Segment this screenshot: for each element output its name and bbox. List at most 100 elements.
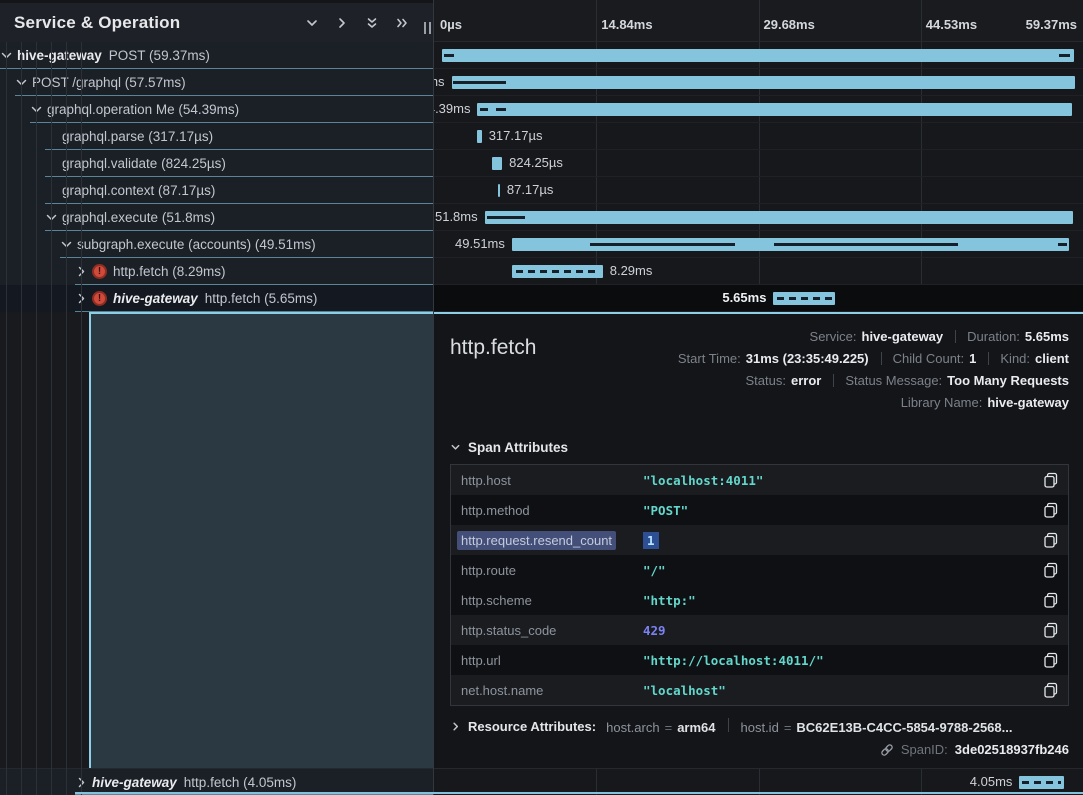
attribute-value[interactable]: "localhost" bbox=[643, 683, 1043, 698]
span-bar[interactable] bbox=[452, 76, 1075, 89]
span-label: subgraph.execute (accounts) (49.51ms) bbox=[77, 237, 316, 252]
timeline-row[interactable]: 51.8ms bbox=[434, 204, 1083, 231]
copy-icon[interactable] bbox=[1043, 652, 1059, 669]
span-bar[interactable] bbox=[1019, 776, 1063, 789]
attribute-key[interactable]: http.method bbox=[451, 503, 643, 518]
span-tree-row[interactable]: graphql.execute (51.8ms) bbox=[0, 204, 433, 231]
copy-icon[interactable] bbox=[1043, 562, 1059, 579]
timeline-row[interactable]: 8.29ms bbox=[434, 258, 1083, 285]
copy-icon[interactable] bbox=[1043, 682, 1059, 699]
timeline-row[interactable]: 87.17µs bbox=[434, 177, 1083, 204]
attribute-value[interactable]: "POST" bbox=[643, 503, 1043, 518]
attribute-key[interactable]: http.route bbox=[451, 563, 643, 578]
collapse-all-icon[interactable] bbox=[395, 16, 409, 30]
span-tree-row[interactable]: subgraph.execute (accounts) (49.51ms) bbox=[0, 231, 433, 258]
attribute-row[interactable]: net.host.name"localhost" bbox=[451, 675, 1068, 705]
attribute-value[interactable]: "http://localhost:4011/" bbox=[643, 653, 1043, 668]
attribute-key[interactable]: net.host.name bbox=[451, 683, 643, 698]
attribute-value[interactable]: 429 bbox=[643, 623, 1043, 638]
span-bar[interactable] bbox=[498, 184, 500, 197]
span-tree-row[interactable]: POST /graphql (57.57ms) bbox=[0, 69, 433, 96]
span-meta: Service:hive-gatewayDuration:5.65msStart… bbox=[678, 326, 1069, 414]
copy-icon[interactable] bbox=[1043, 472, 1059, 489]
service-name: hive-gateway bbox=[17, 48, 102, 63]
service-name: hive-gateway bbox=[92, 775, 177, 790]
meta-label: Service: bbox=[810, 329, 857, 344]
span-tree-row[interactable]: graphql.validate (824.25µs) bbox=[0, 150, 433, 177]
span-duration-label: 824.25µs bbox=[502, 150, 563, 176]
resource-attributes-row[interactable]: Resource Attributes: host.arch=arm64host… bbox=[450, 718, 1069, 735]
span-tree-row[interactable]: hive-gatewayPOST (59.37ms) bbox=[0, 42, 433, 69]
meta-label: Start Time: bbox=[678, 351, 741, 366]
attribute-row[interactable]: http.host"localhost:4011" bbox=[451, 465, 1068, 495]
attribute-key[interactable]: http.scheme bbox=[451, 593, 643, 608]
timeline-row[interactable]: 57.57ms bbox=[434, 69, 1083, 96]
span-label: graphql.context (87.17µs) bbox=[62, 183, 215, 198]
span-bar[interactable] bbox=[773, 292, 835, 305]
attribute-value[interactable]: "/" bbox=[643, 563, 1043, 578]
attribute-key[interactable]: http.url bbox=[451, 653, 643, 668]
span-bar[interactable] bbox=[492, 157, 502, 170]
timeline-row[interactable]: 317.17µs bbox=[434, 123, 1083, 150]
span-bar[interactable] bbox=[477, 103, 1071, 116]
span-tree-panel: Service & Operation hive-gatewayPOST (59… bbox=[0, 0, 433, 795]
span-duration-label: 5.65ms bbox=[722, 285, 773, 311]
selected-span-expansion-area bbox=[89, 312, 433, 768]
span-attributes-header[interactable]: Span Attributes bbox=[450, 440, 1069, 455]
expand-all-icon[interactable] bbox=[365, 16, 379, 30]
span-label: graphql.execute (51.8ms) bbox=[62, 210, 215, 225]
ruler-tick: 29.68ms bbox=[764, 17, 815, 32]
attribute-row[interactable]: http.url"http://localhost:4011/" bbox=[451, 645, 1068, 675]
span-label: graphql.parse (317.17µs) bbox=[62, 129, 213, 144]
span-tree-row[interactable]: graphql.operation Me (54.39ms) bbox=[0, 96, 433, 123]
attribute-value[interactable]: 1 bbox=[643, 533, 1043, 548]
timeline-row[interactable]: 54.39ms bbox=[434, 96, 1083, 123]
panel-divider[interactable] bbox=[433, 0, 434, 795]
expand-one-icon[interactable] bbox=[305, 16, 319, 30]
timeline-row[interactable] bbox=[434, 42, 1083, 69]
attribute-value[interactable]: "http:" bbox=[643, 593, 1043, 608]
ruler-tick: 14.84ms bbox=[601, 17, 652, 32]
attribute-value[interactable]: "localhost:4011" bbox=[643, 473, 1043, 488]
meta-separator bbox=[988, 352, 989, 365]
chevron-down-icon bbox=[450, 442, 461, 453]
span-bar[interactable] bbox=[477, 130, 481, 143]
span-id-row: SpanID: 3de02518937fb246 bbox=[450, 742, 1069, 757]
span-tree-row[interactable]: !hive-gatewayhttp.fetch (5.65ms) bbox=[0, 285, 433, 312]
attribute-row[interactable]: http.route"/" bbox=[451, 555, 1068, 585]
attribute-row[interactable]: http.method"POST" bbox=[451, 495, 1068, 525]
link-icon[interactable] bbox=[880, 743, 894, 757]
span-bar[interactable] bbox=[512, 265, 603, 278]
span-tree-row[interactable]: !http.fetch (8.29ms) bbox=[0, 258, 433, 285]
resource-attributes-label: Resource Attributes: bbox=[468, 719, 596, 734]
attribute-row[interactable]: http.request.resend_count1 bbox=[451, 525, 1068, 555]
attribute-key[interactable]: http.request.resend_count bbox=[451, 533, 643, 548]
span-label: graphql.operation Me (54.39ms) bbox=[47, 102, 239, 117]
bottom-span-row-timeline: 4.05ms bbox=[434, 768, 1083, 795]
attribute-row[interactable]: http.status_code429 bbox=[451, 615, 1068, 645]
panel-resize-handle[interactable] bbox=[423, 22, 432, 34]
span-attributes-table: http.host"localhost:4011"http.method"POS… bbox=[450, 464, 1069, 706]
timeline-row[interactable]: 5.65ms bbox=[434, 285, 1083, 312]
meta-label: Kind: bbox=[1000, 351, 1030, 366]
copy-icon[interactable] bbox=[1043, 592, 1059, 609]
copy-icon[interactable] bbox=[1043, 502, 1059, 519]
attribute-row[interactable]: http.scheme"http:" bbox=[451, 585, 1068, 615]
span-tree-row[interactable]: graphql.parse (317.17µs) bbox=[0, 123, 433, 150]
timeline-row[interactable]: 49.51ms bbox=[434, 231, 1083, 258]
span-tree-row[interactable]: graphql.context (87.17µs) bbox=[0, 177, 433, 204]
child-span-marker bbox=[1059, 54, 1070, 57]
collapse-one-icon[interactable] bbox=[335, 16, 349, 30]
span-bar[interactable] bbox=[485, 211, 1073, 224]
copy-icon[interactable] bbox=[1043, 622, 1059, 639]
meta-separator bbox=[881, 352, 882, 365]
span-bar[interactable] bbox=[512, 238, 1069, 251]
meta-value: error bbox=[791, 373, 821, 388]
span-bar[interactable] bbox=[442, 49, 1074, 62]
attribute-key[interactable]: http.status_code bbox=[451, 623, 643, 638]
timeline-row[interactable]: 824.25µs bbox=[434, 150, 1083, 177]
copy-icon[interactable] bbox=[1043, 532, 1059, 549]
attribute-value-selected: 1 bbox=[643, 532, 659, 549]
attribute-key[interactable]: http.host bbox=[451, 473, 643, 488]
resource-key: host.arch bbox=[606, 720, 659, 735]
